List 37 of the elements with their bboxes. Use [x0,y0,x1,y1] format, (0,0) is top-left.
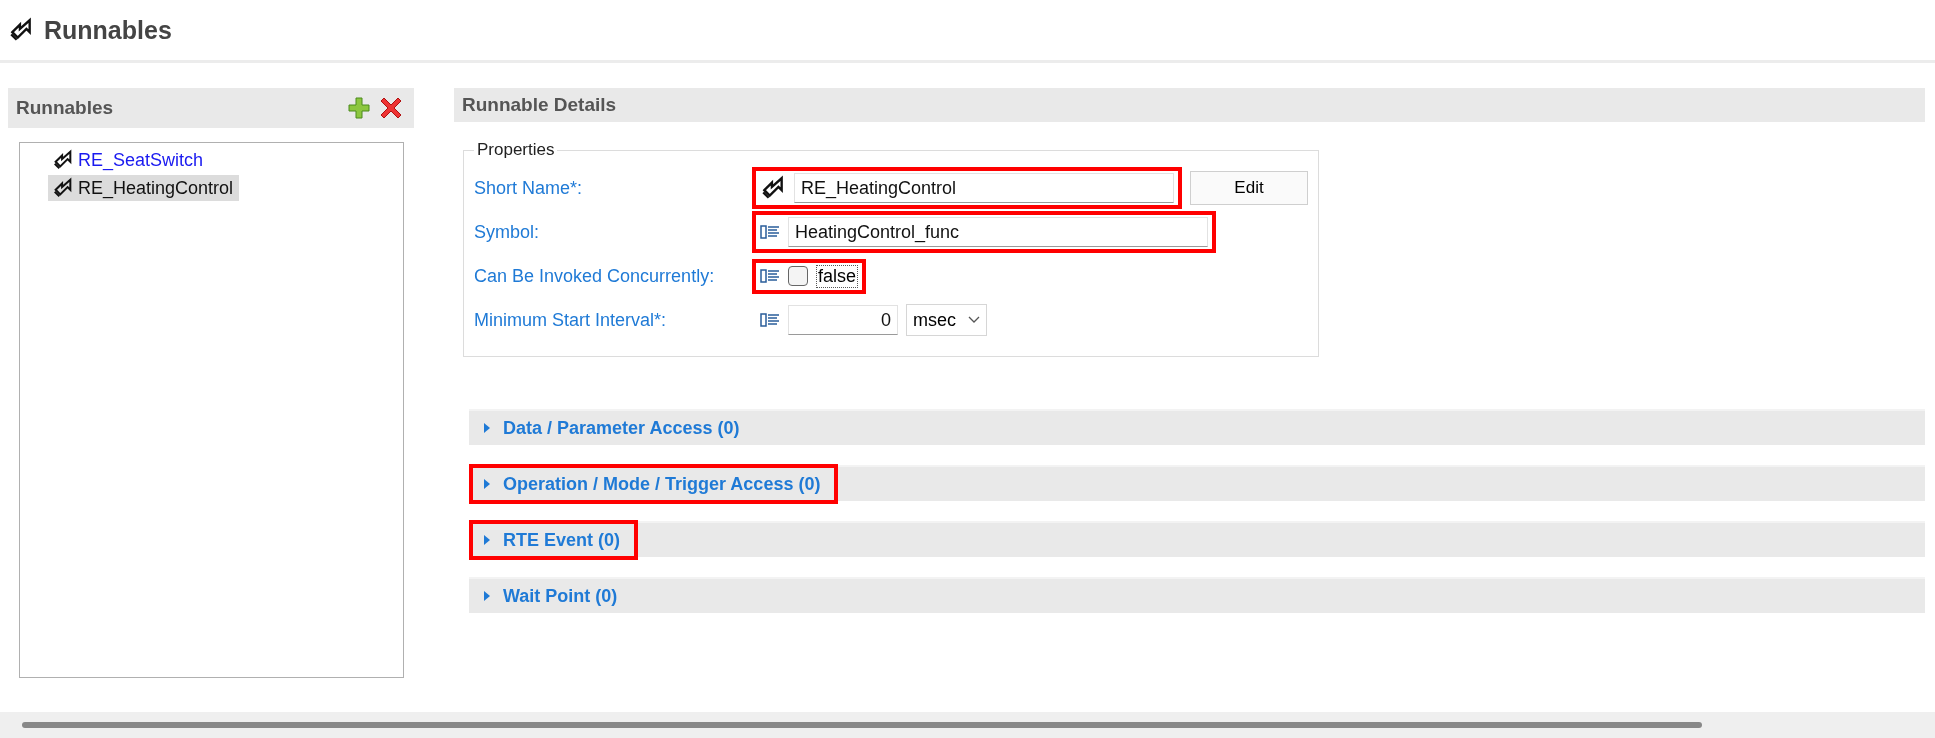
expand-caret-icon [483,478,491,490]
field-label: Symbol: [474,221,541,243]
checkbox-label: false [816,264,859,288]
panel-title: Runnables [16,97,114,119]
field-label: Short Name*: [474,177,584,199]
section-toggle[interactable]: RTE Event (0) [469,520,639,560]
runnable-icon [8,17,34,43]
page-title: Runnables [44,15,172,45]
panel-title: Runnable Details [462,94,617,116]
section-toggle[interactable]: Data / Parameter Access (0) [469,408,758,448]
field-label: Minimum Start Interval*: [474,309,668,331]
unit-dropdown[interactable]: msec [906,304,987,336]
section-toggle[interactable]: Wait Point (0) [469,576,636,616]
expand-caret-icon [483,534,491,546]
scrollbar-thumb[interactable] [22,722,1702,728]
property-icon [760,268,780,284]
delete-icon[interactable] [380,97,402,119]
property-icon [760,312,780,328]
group-title: Properties [476,140,556,160]
section-toggle[interactable]: Operation / Mode / Trigger Access (0) [469,464,839,504]
scrollbar[interactable] [0,712,1935,738]
expand-caret-icon [483,422,491,434]
text-field[interactable]: HeatingControl_func [788,217,1208,247]
add-icon[interactable] [348,97,370,119]
dropdown-caret-icon [968,316,980,324]
number-field[interactable]: 0 [788,305,898,335]
runnable-icon [52,149,74,171]
checkbox[interactable] [788,266,808,286]
tree-item[interactable]: RE_HeatingControl [48,175,240,201]
text-field[interactable]: RE_HeatingControl [794,173,1174,203]
edit-button[interactable]: Edit [1190,171,1308,205]
runnable-icon [52,177,74,199]
tree-item[interactable]: RE_SeatSwitch [48,147,210,173]
expand-caret-icon [483,590,491,602]
field-label: Can Be Invoked Concurrently: [474,265,716,287]
property-icon [760,224,780,240]
runnable-icon [760,175,786,201]
